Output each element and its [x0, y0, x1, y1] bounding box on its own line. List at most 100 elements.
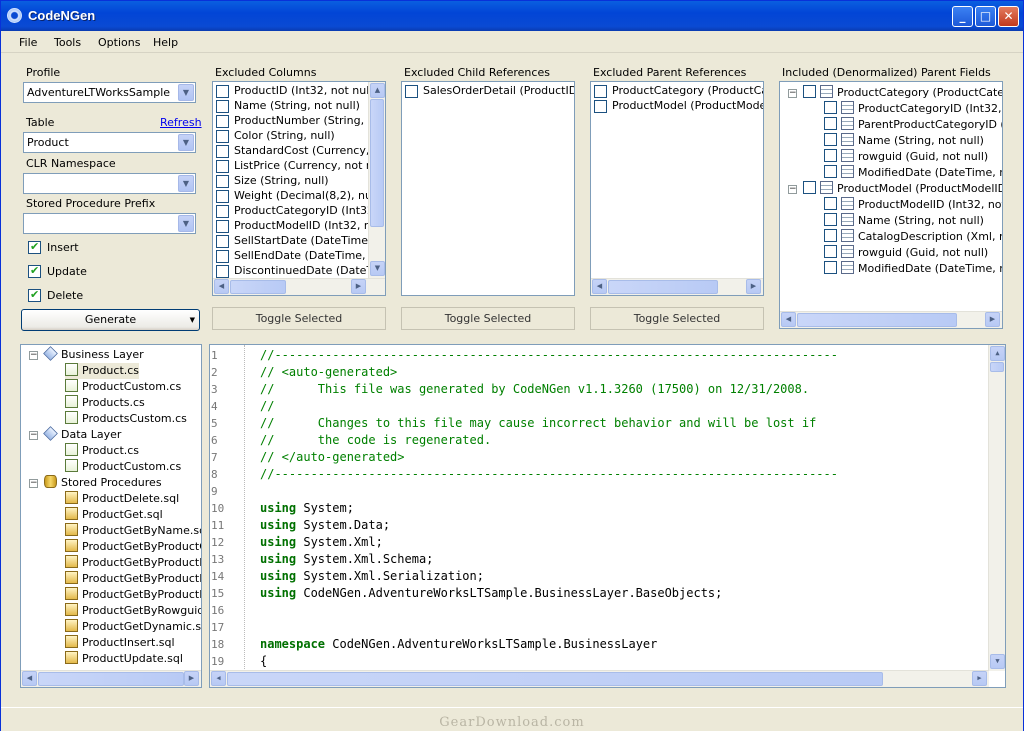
tree-file[interactable]: ProductDelete.sql [65, 491, 179, 507]
list-item[interactable]: ProductCategory (ProductCateg [594, 84, 763, 99]
item-checkbox[interactable] [216, 160, 229, 173]
chevron-down-icon[interactable]: ▼ [178, 215, 194, 232]
item-checkbox[interactable] [216, 250, 229, 263]
scroll-right-icon[interactable]: ▶ [351, 279, 366, 294]
item-checkbox[interactable] [405, 85, 418, 98]
item-checkbox[interactable] [594, 85, 607, 98]
tree-field[interactable]: ModifiedDate (DateTime, not n [824, 165, 1002, 181]
scroll-right-icon[interactable]: ▶ [184, 671, 199, 686]
list-item[interactable]: SellEndDate (DateTime, null [216, 249, 385, 264]
scroll-thumb[interactable] [230, 280, 286, 294]
item-checkbox[interactable] [594, 100, 607, 113]
item-checkbox[interactable] [216, 190, 229, 203]
maximize-button[interactable]: □ [975, 6, 996, 27]
close-button[interactable]: ✕ [998, 6, 1019, 27]
delete-checkbox[interactable] [28, 288, 41, 302]
field-checkbox[interactable] [824, 229, 837, 242]
tree-node-data-layer[interactable]: − Data Layer [29, 426, 121, 443]
list-item[interactable]: ProductModelID (Int32, null) [216, 219, 385, 234]
scroll-left-icon[interactable]: ◀ [781, 312, 796, 327]
tree-field[interactable]: Name (String, not null) [824, 213, 984, 229]
tree-file[interactable]: Products.cs [65, 395, 145, 411]
collapse-icon[interactable]: − [29, 431, 38, 440]
tree-field[interactable]: CatalogDescription (Xml, null) [824, 229, 1002, 245]
tree-file[interactable]: ProductGet.sql [65, 507, 163, 523]
code-line[interactable]: namespace CodeNGen.AdventureWorksLTSampl… [260, 637, 657, 651]
tree-file[interactable]: ProductCustom.cs [65, 459, 181, 475]
code-line[interactable]: using System.Xml.Schema; [260, 552, 433, 566]
sp-prefix-select[interactable]: ▼ [23, 213, 196, 234]
code-line[interactable]: // </auto-generated> [260, 450, 405, 464]
tree-group[interactable]: −ProductCategory (ProductCategory [788, 85, 1002, 101]
item-checkbox[interactable] [216, 205, 229, 218]
list-item[interactable]: ProductID (Int32, not null) [216, 84, 377, 99]
tree-field[interactable]: ParentProductCategoryID (Int [824, 117, 1002, 133]
tree-file[interactable]: ProductGetDynamic.sql [65, 619, 201, 635]
scroll-thumb[interactable] [797, 313, 957, 327]
scroll-down-icon[interactable]: ▼ [990, 654, 1005, 669]
profile-select[interactable]: AdventureLTWorksSample ▼ [23, 82, 196, 103]
item-checkbox[interactable] [216, 100, 229, 113]
scroll-down-icon[interactable]: ▼ [370, 261, 385, 276]
code-line[interactable]: using CodeNGen.AdventureWorksLTSample.Bu… [260, 586, 722, 600]
item-checkbox[interactable] [216, 115, 229, 128]
scroll-thumb[interactable] [227, 672, 883, 686]
tree-file[interactable]: ProductGetByName.sql [65, 523, 201, 539]
list-item[interactable]: DiscontinuedDate (DateTime [216, 264, 385, 279]
code-editor[interactable]: 1 //-------------------------------------… [209, 344, 1006, 688]
tree-file[interactable]: ProductInsert.sql [65, 635, 175, 651]
tree-group[interactable]: − ProductModel (ProductModelID) [788, 181, 1002, 197]
code-line[interactable]: using System; [260, 501, 354, 515]
code-line[interactable]: using System.Xml; [260, 535, 383, 549]
excluded-child-list[interactable]: SalesOrderDetail (ProductID) [401, 81, 575, 296]
collapse-icon[interactable]: − [788, 89, 797, 98]
scroll-thumb[interactable] [990, 362, 1004, 372]
group-checkbox[interactable] [803, 85, 816, 98]
list-item[interactable]: ProductCategoryID (Int32, n [216, 204, 385, 219]
tree-field[interactable]: rowguid (Guid, not null) [824, 245, 988, 261]
list-item[interactable]: Color (String, null) [216, 129, 335, 144]
tree-file[interactable]: Product.cs [65, 443, 139, 459]
scroll-up-icon[interactable]: ▲ [370, 83, 385, 98]
scroll-left-icon[interactable]: ◀ [214, 279, 229, 294]
list-item[interactable]: ProductNumber (String, not n [216, 114, 385, 129]
vertical-scrollbar[interactable]: ▲ ▼ [988, 345, 1005, 671]
field-checkbox[interactable] [824, 261, 837, 274]
code-line[interactable]: // This file was generated by CodeNGen v… [260, 382, 809, 396]
tree-field[interactable]: Name (String, not null) [824, 133, 984, 149]
scroll-left-icon[interactable]: ◀ [592, 279, 607, 294]
item-checkbox[interactable] [216, 265, 229, 278]
tree-file[interactable]: ProductCustom.cs [65, 379, 181, 395]
list-item[interactable]: SalesOrderDetail (ProductID) [405, 84, 574, 99]
list-item[interactable]: Size (String, null) [216, 174, 329, 189]
toggle-selected-child-button[interactable]: Toggle Selected [401, 307, 575, 330]
field-checkbox[interactable] [824, 197, 837, 210]
collapse-icon[interactable]: − [29, 351, 38, 360]
minimize-button[interactable]: _ [952, 6, 973, 27]
tree-file[interactable]: ProductUpdate.sql [65, 651, 183, 667]
horizontal-scrollbar[interactable]: ◀ ▶ [213, 278, 385, 295]
collapse-icon[interactable]: − [788, 185, 797, 194]
tree-field[interactable]: rowguid (Guid, not null) [824, 149, 988, 165]
insert-checkbox[interactable] [28, 240, 41, 254]
tree-file[interactable]: ProductGetByProductMc [65, 571, 201, 587]
title-bar[interactable]: CodeNGen _ □ ✕ [1, 1, 1023, 31]
scroll-up-icon[interactable]: ▲ [990, 346, 1005, 361]
menu-help[interactable]: Help [153, 36, 178, 49]
item-checkbox[interactable] [216, 130, 229, 143]
scroll-left-icon[interactable]: ◀ [22, 671, 37, 686]
list-item[interactable]: SellStartDate (DateTime, not [216, 234, 385, 249]
field-checkbox[interactable] [824, 245, 837, 258]
menu-tools[interactable]: Tools [54, 36, 81, 49]
refresh-link[interactable]: Refresh [160, 116, 202, 129]
field-checkbox[interactable] [824, 133, 837, 146]
tree-file[interactable]: ProductGetByRowguid.s [65, 603, 201, 619]
code-line[interactable]: using System.Data; [260, 518, 390, 532]
code-line[interactable]: // Changes to this file may cause incorr… [260, 416, 816, 430]
item-checkbox[interactable] [216, 85, 229, 98]
tree-node-stored-procedures[interactable]: − Stored Procedures [29, 475, 162, 491]
table-select[interactable]: Product ▼ [23, 132, 196, 153]
menu-file[interactable]: File [19, 36, 37, 49]
field-checkbox[interactable] [824, 149, 837, 162]
scroll-thumb[interactable] [608, 280, 718, 294]
